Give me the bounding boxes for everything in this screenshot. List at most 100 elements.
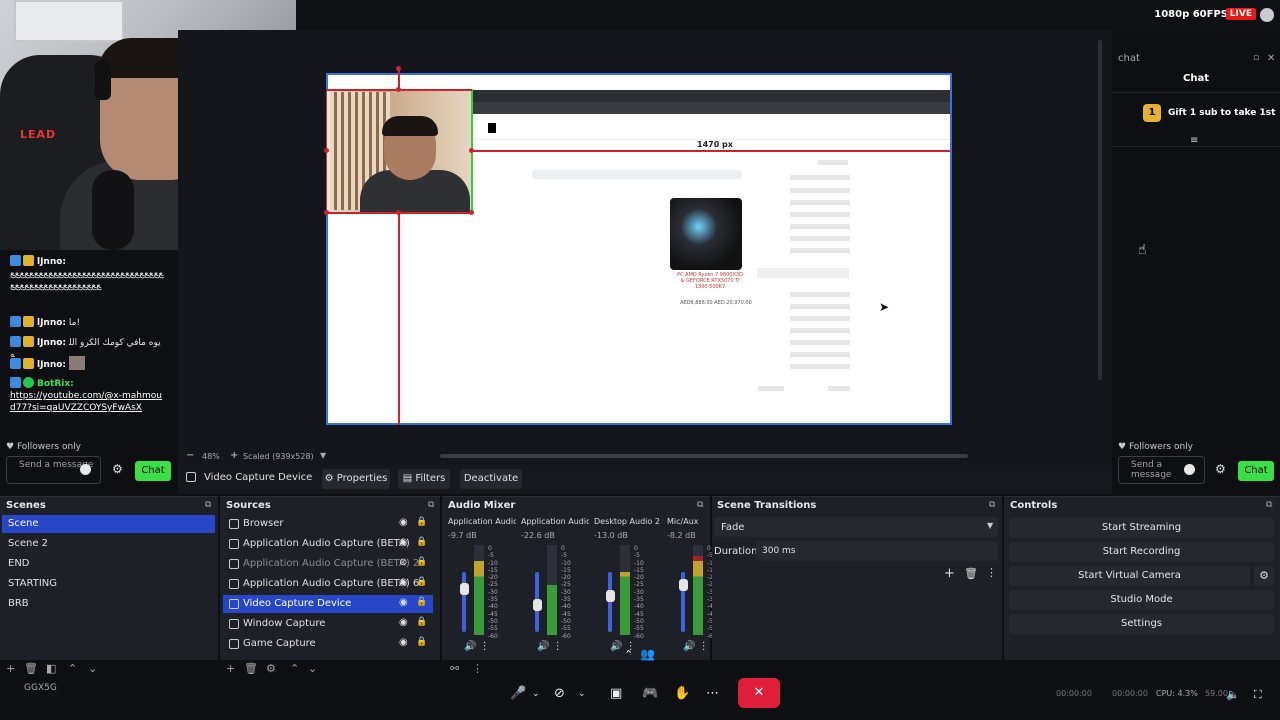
chat-settings-gear-icon[interactable]: ⚙	[112, 462, 123, 476]
channel-more-icon[interactable]: ⋮	[480, 641, 490, 652]
add-scene-icon[interactable]: +	[6, 662, 15, 678]
chat-settings-gear-icon[interactable]: ⚙	[1215, 462, 1226, 476]
dock-popout-icon[interactable]: ⧉	[205, 500, 211, 510]
preview-horizontal-scrollbar[interactable]	[440, 454, 968, 458]
chat-username[interactable]: lJnno:	[37, 338, 66, 348]
zoom-in-button[interactable]: +	[230, 450, 238, 461]
speaker-icon[interactable]: 🔊	[464, 641, 476, 652]
scene-filter-icon[interactable]: ◧	[46, 662, 56, 678]
camera-off-icon[interactable]: ⊘	[554, 686, 565, 701]
channel-more-icon[interactable]: ⋮	[699, 641, 709, 652]
mixer-volume-knob[interactable]	[606, 590, 615, 602]
source-item[interactable]: Application Audio Capture (BETA) ◉ 🔒	[223, 535, 433, 553]
lock-icon[interactable]: 🔒	[416, 537, 427, 547]
remove-source-icon[interactable]: 🗑	[244, 662, 258, 678]
mixer-volume-knob[interactable]	[533, 599, 542, 611]
speaker-icon[interactable]: 🔊	[683, 641, 695, 652]
lock-icon[interactable]: 🔒	[416, 557, 427, 567]
mixer-more-icon[interactable]: ⋮	[472, 662, 483, 678]
transition-more-icon[interactable]: ⋮	[986, 566, 997, 579]
chevron-down-icon[interactable]: ⌄	[532, 689, 540, 699]
gift-sub-banner[interactable]: Gift 1 sub to take 1st	[1168, 108, 1275, 118]
lock-icon[interactable]: 🔒	[416, 637, 427, 647]
mixer-volume-slider[interactable]	[608, 572, 612, 632]
chevron-up-icon[interactable]: ⌃	[624, 648, 633, 661]
scene-item[interactable]: Scene	[2, 515, 215, 533]
fullscreen-icon[interactable]: ⛶	[1254, 688, 1262, 702]
mixer-volume-knob[interactable]	[460, 583, 469, 595]
visibility-eye-icon[interactable]: ◉	[399, 617, 408, 628]
end-call-button[interactable]: ✕	[738, 678, 780, 708]
more-options-icon[interactable]: ⋯	[706, 686, 719, 701]
resize-handle[interactable]	[324, 210, 329, 215]
dock-popout-icon[interactable]: ⧉	[697, 500, 703, 510]
hidden-eye-icon[interactable]: ⊘	[399, 557, 407, 568]
source-item[interactable]: Browser ◉ 🔒	[223, 515, 433, 533]
settings-button[interactable]: Settings	[1009, 614, 1274, 634]
dock-popout-icon[interactable]: ⧉	[989, 500, 995, 510]
close-icon[interactable]: ✕	[1267, 53, 1275, 64]
source-item[interactable]: Game Capture ◉ 🔒	[223, 635, 433, 653]
chevron-down-icon[interactable]: ⌄	[578, 689, 586, 699]
zoom-dropdown-icon[interactable]: ▼	[320, 451, 326, 460]
avatar[interactable]	[1260, 8, 1274, 22]
emoji-icon[interactable]	[80, 464, 91, 475]
deactivate-button[interactable]: Deactivate	[460, 469, 522, 489]
chat-send-button[interactable]: Chat	[135, 461, 171, 481]
visibility-eye-icon[interactable]: ◉	[399, 517, 408, 528]
resize-handle[interactable]	[396, 87, 401, 92]
gamepad-icon[interactable]: 🎮	[642, 686, 658, 701]
mixer-link-icon[interactable]: ⚯	[450, 662, 459, 678]
virtual-camera-settings-gear-icon[interactable]: ⚙	[1254, 566, 1274, 586]
scene-item[interactable]: END	[2, 555, 215, 573]
mixer-volume-slider[interactable]	[462, 572, 466, 632]
start-virtual-camera-button[interactable]: Start Virtual Camera	[1009, 566, 1250, 586]
scene-item[interactable]: STARTING	[2, 575, 215, 593]
volume-icon[interactable]: 🔈	[1226, 688, 1240, 701]
lock-icon[interactable]: 🔒	[416, 517, 427, 527]
start-streaming-button[interactable]: Start Streaming	[1009, 518, 1274, 538]
visibility-eye-icon[interactable]: ◉	[399, 597, 408, 608]
lock-icon[interactable]: 🔒	[416, 617, 427, 627]
resize-handle[interactable]	[324, 148, 329, 153]
chat-username[interactable]: lJnno:	[37, 257, 66, 267]
chat-username[interactable]: BotRix:	[37, 379, 74, 389]
chat-link[interactable]: https://youtube.com/@x-mahmoud77?si=qaUV…	[10, 390, 165, 414]
source-item[interactable]: Video Capture Device ◉ 🔒	[223, 595, 433, 613]
mixer-volume-knob[interactable]	[679, 579, 688, 591]
resize-handle[interactable]	[469, 148, 474, 153]
dock-popout-icon[interactable]: ⧉	[428, 500, 434, 510]
chat-username[interactable]: lJnno:	[37, 360, 66, 370]
move-down-icon[interactable]: ⌄	[88, 662, 97, 678]
chat-username[interactable]: lJnno:	[37, 318, 66, 328]
zoom-out-button[interactable]: −	[186, 450, 194, 461]
speaker-icon[interactable]: 🔊	[610, 641, 622, 652]
float-dock-icon[interactable]: ▫	[1253, 53, 1259, 63]
resize-handle[interactable]	[396, 210, 401, 215]
scene-item[interactable]: Scene 2	[2, 535, 215, 553]
lock-icon[interactable]: 🔒	[416, 577, 427, 587]
move-up-icon[interactable]: ⌃	[290, 662, 299, 678]
soundboard-icon[interactable]: ✋	[674, 686, 690, 701]
resize-handle[interactable]	[396, 66, 401, 71]
visibility-eye-icon[interactable]: ◉	[399, 577, 408, 588]
screen-share-icon[interactable]: ▣	[610, 686, 622, 701]
lock-icon[interactable]: 🔒	[416, 597, 427, 607]
source-item[interactable]: Application Audio Capture (BETA) 2 ⊘ 🔒	[223, 555, 433, 573]
move-up-icon[interactable]: ⌃	[68, 662, 77, 678]
properties-button[interactable]: ⚙ Properties	[322, 469, 390, 489]
start-recording-button[interactable]: Start Recording	[1009, 542, 1274, 562]
add-source-icon[interactable]: +	[226, 662, 235, 678]
speaker-icon[interactable]: 🔊	[537, 641, 549, 652]
users-icon[interactable]: 👥	[640, 647, 655, 661]
emoji-icon[interactable]	[1184, 464, 1195, 475]
resize-handle[interactable]	[469, 210, 474, 215]
chevron-down-icon[interactable]: ▼	[987, 521, 993, 530]
microphone-icon[interactable]: 🎤	[510, 686, 526, 701]
source-item[interactable]: Window Capture ◉ 🔒	[223, 615, 433, 633]
studio-mode-button[interactable]: Studio Mode	[1009, 590, 1274, 610]
expand-icon[interactable]: ≡	[1190, 135, 1198, 146]
source-properties-icon[interactable]: ⚙	[266, 662, 276, 678]
move-down-icon[interactable]: ⌄	[308, 662, 317, 678]
visibility-eye-icon[interactable]: ◉	[399, 537, 408, 548]
